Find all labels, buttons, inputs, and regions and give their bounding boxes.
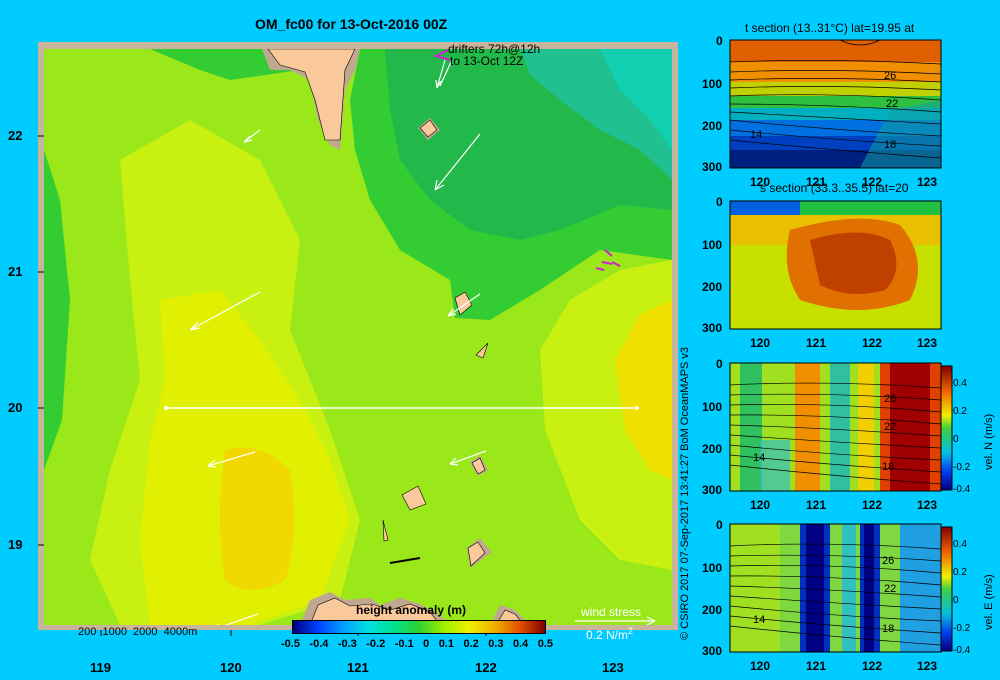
cb-tick: -0.2 [953,623,971,634]
vel-e-cb-ticks: 0.4 0.2 0 -0.2 [953,531,970,643]
cb-tick: 0.2 [953,406,967,417]
vel-e-colorbar [940,526,953,652]
t-section-plot [729,39,942,169]
p4-contour-label: 22 [884,583,897,595]
p4-contour-label: 14 [753,614,766,626]
cb-tick: 0.4 [953,539,967,550]
p4-y-tick: 0 [716,518,723,532]
p2-x-tick: 120 [750,336,771,350]
p3-x-tick: 123 [917,498,938,512]
p3-x-tick: 120 [750,498,771,512]
p4-y-tick: 300 [702,644,723,658]
p3-y-tick: 300 [702,483,723,497]
p1-contour-label: 18 [884,139,897,151]
p3-contour-label: 18 [882,461,895,473]
p3-contour-label: 14 [753,452,766,464]
p3-y-tick: 100 [702,400,723,414]
p2-x-tick: 122 [862,336,883,350]
cb-tick: 0 [953,434,959,445]
p2-x-tick: 123 [917,336,938,350]
vel-n-cb-tick-last: -0.4 [953,484,971,495]
p4-contour-label: 18 [882,623,895,635]
p4-x-tick: 123 [917,659,938,673]
vel-n-colorbar [940,365,953,491]
p2-y-tick: 200 [702,280,723,294]
cb-tick: -0.2 [953,462,971,473]
p4-y-tick: 100 [702,561,723,575]
p4-x-tick: 122 [862,659,883,673]
s-section-title: s section (33.3..35.5) lat=20 [760,181,909,195]
p1-contour-label: 26 [884,70,897,82]
vel-n-label: vel. N (m/s) [983,413,995,470]
p1-x-tick: 121 [806,175,827,189]
p4-x-tick: 121 [806,659,827,673]
p3-contour-label: 22 [884,421,897,433]
p1-y-tick: 300 [702,160,723,174]
p2-x-tick: 121 [806,336,827,350]
s-section-plot [729,200,942,330]
p3-y-tick: 200 [702,442,723,456]
p3-y-tick: 0 [716,357,723,371]
cb-tick: 0 [953,595,959,606]
p1-contour-label: 22 [886,98,899,110]
p3-x-tick: 121 [806,498,827,512]
p1-x-tick: 120 [750,175,771,189]
p2-y-tick: 100 [702,238,723,252]
p3-x-tick: 122 [862,498,883,512]
p1-y-tick: 100 [702,77,723,91]
p2-y-tick: 300 [702,321,723,335]
vel-e-label: vel. E (m/s) [983,574,995,630]
section-panels [729,39,953,653]
p1-x-tick: 122 [862,175,883,189]
vel-e-cb-tick-last: -0.4 [953,645,971,656]
t-section-title: t section (13..31°C) lat=19.95 at [745,21,915,35]
p1-y-tick: 0 [716,34,723,48]
p3-contour-label: 26 [884,393,897,405]
cb-tick: 0.4 [953,378,967,389]
p4-contour-label: 26 [882,555,895,567]
p2-y-tick: 0 [716,195,723,209]
p4-x-tick: 120 [750,659,771,673]
vel-n-section-plot [729,362,942,492]
p1-contour-label: 14 [750,129,763,141]
p1-y-tick: 200 [702,119,723,133]
vel-e-section-plot [729,523,942,653]
cb-tick: 0.2 [953,567,967,578]
vel-n-cb-ticks: 0.4 0.2 0 -0.2 [953,370,970,482]
p4-y-tick: 200 [702,603,723,617]
p1-x-tick: 123 [917,175,938,189]
